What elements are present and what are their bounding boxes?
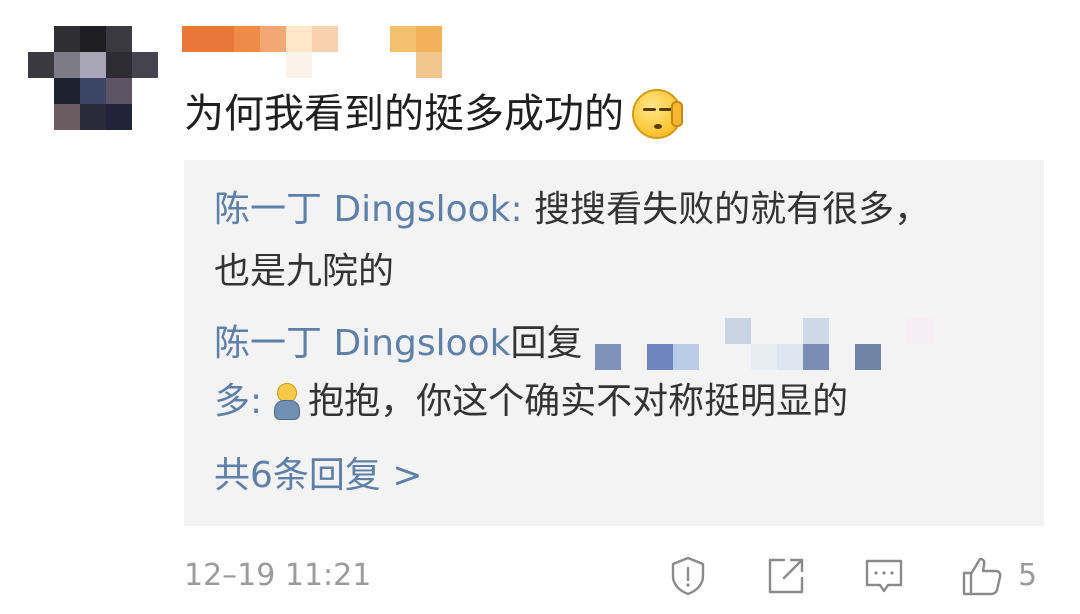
mosaic-pixel (724, 344, 751, 370)
comment-text: 为何我看到的挺多成功的 (184, 86, 683, 142)
mosaic-pixel (672, 344, 699, 370)
mosaic-pixel (80, 78, 106, 104)
reply-2-reply-word: 回复 (510, 323, 583, 364)
mosaic-pixel (594, 344, 621, 370)
reply-2-separator: : (250, 381, 263, 422)
mosaic-pixel (28, 78, 54, 104)
mosaic-pixel (132, 26, 158, 52)
mosaic-pixel (260, 52, 286, 78)
reply-2-text: 抱抱，你这个确实不对称挺明显的 (308, 381, 849, 422)
comment-icon[interactable] (862, 554, 906, 598)
mosaic-pixel (776, 318, 803, 344)
mosaic-pixel (54, 52, 80, 78)
mosaic-pixel (80, 52, 106, 78)
mosaic-pixel (390, 52, 416, 78)
reply-2-body[interactable]: 多: 抱抱，你这个确实不对称挺明显的 (214, 374, 848, 430)
mosaic-pixel (28, 104, 54, 130)
reply-1-continued[interactable]: 也是九院的 (214, 244, 394, 300)
mosaic-pixel (182, 26, 208, 52)
timestamp: 12–19 11:21 (184, 558, 372, 593)
hug-emoji-icon (272, 383, 302, 421)
mosaic-pixel (312, 26, 338, 52)
mosaic-pixel (260, 26, 286, 52)
mosaic-pixel (906, 318, 933, 344)
mosaic-pixel (106, 52, 132, 78)
mosaic-pixel (750, 344, 777, 370)
reply-1-text-line2: 也是九院的 (214, 251, 395, 292)
mosaic-pixel (182, 52, 208, 78)
more-replies-label[interactable]: 共6条回复 > (214, 455, 423, 496)
mosaic-pixel (106, 78, 132, 104)
mosaic-pixel (932, 318, 959, 344)
mosaic-pixel (234, 26, 260, 52)
mosaic-pixel (28, 52, 54, 78)
mosaic-pixel (338, 26, 364, 52)
mosaic-pixel (28, 26, 54, 52)
mosaic-pixel (932, 344, 959, 370)
mosaic-pixel (390, 26, 416, 52)
mosaic-pixel (106, 104, 132, 130)
mosaic-pixel (80, 26, 106, 52)
mosaic-pixel (646, 318, 673, 344)
mosaic-pixel (880, 318, 907, 344)
mosaic-pixel (338, 52, 364, 78)
mosaic-pixel (828, 344, 855, 370)
reply-1-author[interactable]: 陈一丁 Dingslook (214, 189, 511, 230)
mosaic-pixel (854, 344, 881, 370)
reply-1-separator: : (510, 189, 523, 230)
mosaic-pixel (620, 344, 647, 370)
mosaic-pixel (802, 318, 829, 344)
mosaic-pixel (364, 52, 390, 78)
reply-2-target-suffix[interactable]: 多 (214, 374, 250, 430)
mosaic-pixel (80, 104, 106, 130)
mosaic-pixel (750, 318, 777, 344)
like-icon[interactable] (960, 554, 1004, 598)
mosaic-pixel (286, 26, 312, 52)
mosaic-pixel (416, 26, 442, 52)
reply-1[interactable]: 陈一丁 Dingslook: 搜搜看失败的就有很多， (214, 182, 930, 238)
smirk-hand-emoji-icon (632, 89, 683, 139)
mosaic-pixel (854, 318, 881, 344)
mosaic-pixel (312, 52, 338, 78)
mosaic-pixel (906, 344, 933, 370)
mosaic-pixel (416, 52, 442, 78)
mosaic-pixel (698, 318, 725, 344)
mosaic-pixel (54, 78, 80, 104)
mosaic-pixel (234, 52, 260, 78)
mosaic-pixel (802, 344, 829, 370)
mosaic-pixel (132, 78, 158, 104)
mosaic-pixel (364, 26, 390, 52)
share-icon[interactable] (764, 554, 808, 598)
avatar[interactable] (28, 26, 158, 130)
mosaic-pixel (132, 104, 158, 130)
mosaic-pixel (594, 318, 621, 344)
reply-1-text: 搜搜看失败的就有很多， (522, 189, 931, 230)
mosaic-pixel (54, 104, 80, 130)
reply-2-author[interactable]: 陈一丁 Dingslook (214, 316, 511, 372)
mosaic-pixel (724, 318, 751, 344)
mosaic-pixel (698, 344, 725, 370)
report-icon[interactable] (666, 554, 710, 598)
mosaic-pixel (106, 26, 132, 52)
mosaic-pixel (828, 318, 855, 344)
comment-body: 为何我看到的挺多成功的 (184, 91, 624, 137)
like-count: 5 (1018, 558, 1038, 593)
mosaic-pixel (208, 52, 234, 78)
mosaic-pixel (208, 26, 234, 52)
mosaic-pixel (672, 318, 699, 344)
mosaic-pixel (132, 52, 158, 78)
mosaic-pixel (776, 344, 803, 370)
reply-2-target-redacted[interactable] (594, 318, 959, 370)
reply-2-header[interactable]: 陈一丁 Dingslook 回复 (214, 316, 959, 372)
more-replies-link[interactable]: 共6条回复 > (214, 448, 423, 504)
mosaic-pixel (286, 52, 312, 78)
username-redacted[interactable] (182, 26, 442, 78)
mosaic-pixel (620, 318, 647, 344)
mosaic-pixel (880, 344, 907, 370)
mosaic-pixel (54, 26, 80, 52)
mosaic-pixel (646, 344, 673, 370)
